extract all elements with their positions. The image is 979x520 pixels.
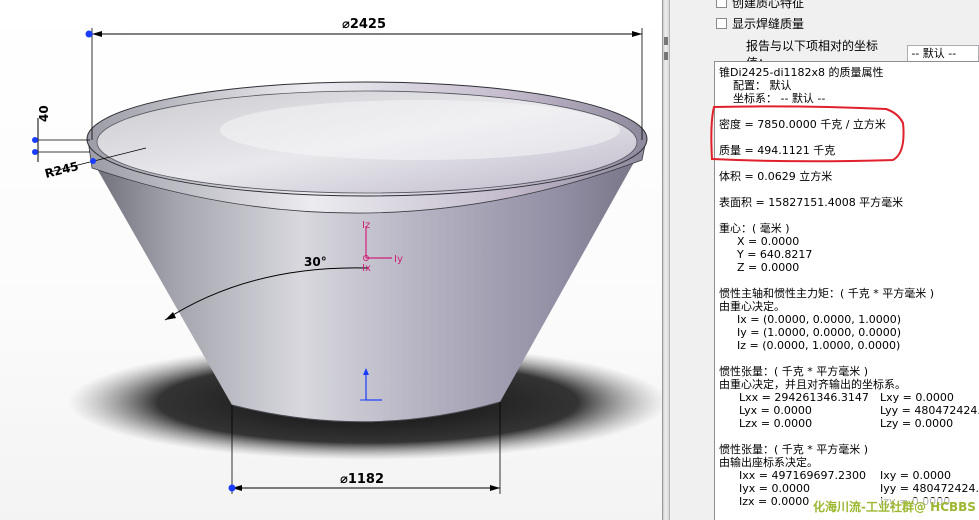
- checkbox[interactable]: [716, 17, 727, 29]
- tensor1-header: 惯性张量：( 千克 * 平方毫米 ): [719, 365, 869, 378]
- tensor1-lyy: Lyy = 480472424.161: [880, 404, 979, 417]
- principal-ix: Ix = (0.0000, 0.0000, 1.0000): [737, 313, 902, 326]
- dim-point: [228, 484, 236, 492]
- option-label: 显示焊缝质量: [732, 16, 805, 31]
- dim-angle-text: 30°: [304, 255, 327, 269]
- tensor1-sub: 由重心决定，并且对齐输出的坐标系。: [719, 378, 906, 391]
- dim-point: [90, 158, 96, 164]
- cog-y: Y = 640.8217: [737, 248, 813, 261]
- principal-iy: Iy = (1.0000, 0.0000, 0.0000): [737, 326, 902, 339]
- tensor2-iyx: Iyx = 0.0000: [739, 482, 810, 495]
- principal-iz: Iz = (0.0000, 1.0000, 0.0000): [737, 339, 901, 352]
- inner-highlight: [220, 100, 620, 160]
- axis-label-x: Ix: [362, 263, 371, 274]
- option-create-com[interactable]: 创建质心特征: [716, 0, 804, 10]
- results-title: 锥Di2425-di1182x8 的质量属性: [719, 66, 884, 79]
- tensor2-ixy: Ixy = 0.0000: [880, 469, 951, 482]
- tensor2-izx: Izx = 0.0000: [739, 495, 810, 508]
- dim-height[interactable]: 40: [32, 105, 90, 162]
- tensor1-lxx: Lxx = 294261346.3147: [739, 391, 869, 404]
- model-view: ⌀2425 40 R245 30° Iz Iy Ix ⌀1182: [32, 17, 662, 494]
- volume-line: 体积 = 0.0629 立方米: [719, 170, 833, 183]
- red-annotation-outline: [710, 105, 905, 163]
- dim-point: [85, 30, 93, 38]
- cog-z: Z = 0.0000: [737, 261, 800, 274]
- dim-radius-text: R245: [43, 159, 80, 181]
- mass-properties-panel: 创建质心特征 显示焊缝质量 报告与以下项相对的坐标值： -- 默认 -- 锥Di…: [670, 0, 979, 520]
- tensor2-iyy: Iyy = 480472424.161: [880, 482, 979, 495]
- dim-top-diameter-text: ⌀2425: [342, 17, 386, 32]
- watermark-text: 化海川流-工业社群@ HCBBS: [811, 498, 978, 515]
- option-show-weld-mass[interactable]: 显示焊缝质量: [716, 15, 804, 31]
- cog-x: X = 0.0000: [737, 235, 800, 248]
- tensor1-lxy: Lxy = 0.0000: [880, 391, 954, 404]
- cog-header: 重心：( 毫米 ): [719, 222, 790, 235]
- tensor1-lzx: Lzx = 0.0000: [739, 417, 813, 430]
- config-line: 配置： 默认: [733, 79, 792, 92]
- area-line: 表面积 = 15827151.4008 平方毫米: [719, 196, 904, 209]
- dim-bottom-diameter-text: ⌀1182: [340, 472, 384, 487]
- tensor2-header: 惯性张量：( 千克 * 平方毫米 ): [719, 443, 869, 456]
- panel-splitter[interactable]: [662, 0, 670, 520]
- checkbox[interactable]: [716, 0, 727, 8]
- principal-header: 惯性主轴和惯性主力矩：( 千克 * 平方毫米 ): [719, 287, 935, 300]
- dim-point: [32, 149, 38, 155]
- tensor1-lzy: Lzy = 0.0000: [880, 417, 954, 430]
- axis-label-y: Iy: [394, 254, 403, 265]
- principal-sub: 由重心决定。: [719, 300, 785, 313]
- tensor2-ixx: Ixx = 497169697.2300: [739, 469, 866, 482]
- dim-height-text: 40: [37, 105, 51, 122]
- graphics-viewport[interactable]: ⌀2425 40 R245 30° Iz Iy Ix ⌀1182: [0, 0, 662, 520]
- tensor1-lyx: Lyx = 0.0000: [739, 404, 812, 417]
- option-label: 创建质心特征: [732, 0, 805, 10]
- tensor2-sub: 由输出座标系决定。: [719, 456, 818, 469]
- dim-point: [32, 137, 38, 143]
- axis-label-z: Iz: [362, 220, 370, 231]
